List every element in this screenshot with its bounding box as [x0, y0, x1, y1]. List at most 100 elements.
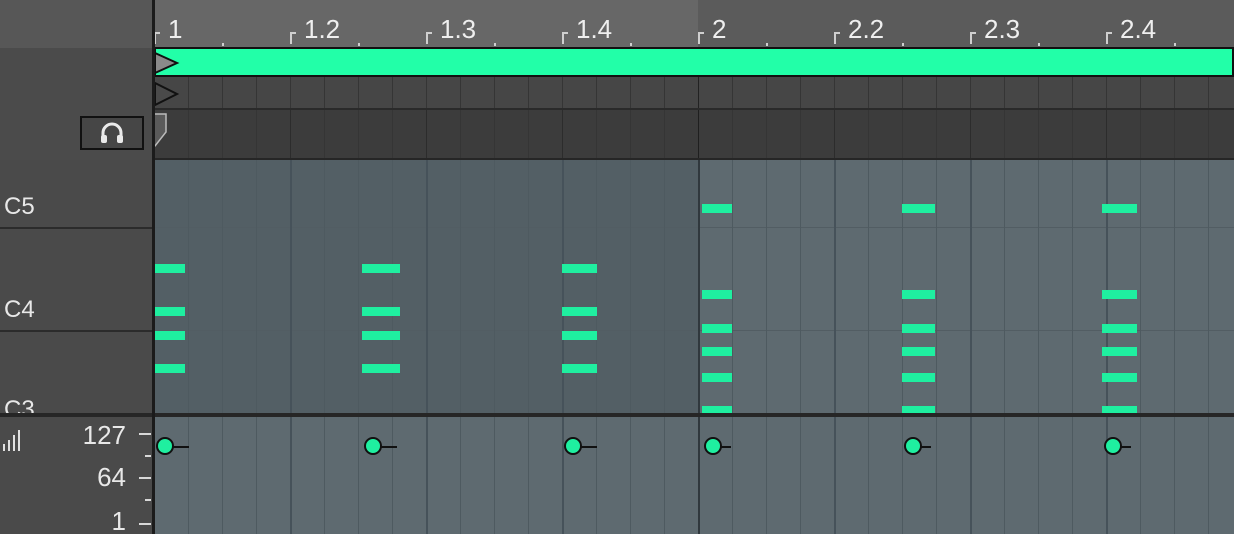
midi-note[interactable]: [702, 373, 732, 382]
midi-note[interactable]: [562, 307, 597, 316]
piano-keys[interactable]: C5 C4 C3: [0, 160, 154, 413]
bar-marker: [698, 32, 704, 44]
grid-line: [834, 77, 835, 108]
midi-note[interactable]: [1102, 324, 1137, 333]
bar-label: 2.4: [1120, 14, 1157, 44]
midi-note[interactable]: [362, 331, 400, 340]
loop-marker-icon[interactable]: [153, 81, 181, 107]
grid-line: [1140, 77, 1141, 108]
midi-note[interactable]: [362, 307, 400, 316]
midi-note[interactable]: [902, 373, 935, 382]
midi-note[interactable]: [1102, 406, 1137, 413]
midi-note[interactable]: [902, 204, 935, 213]
grid-line: [426, 417, 428, 534]
grid-line: [392, 417, 393, 534]
subdivision-dot: [494, 43, 496, 46]
midi-note[interactable]: [902, 290, 935, 299]
grid-line: [290, 417, 292, 534]
grid-line: [1072, 77, 1073, 108]
midi-note[interactable]: [902, 324, 935, 333]
midi-note[interactable]: [1102, 204, 1137, 213]
loop-strip[interactable]: [154, 77, 1234, 110]
grid-line: [1072, 160, 1073, 413]
midi-note[interactable]: [154, 264, 185, 273]
grid-line: [868, 77, 869, 108]
grid-line: [256, 417, 257, 534]
velocity-handle[interactable]: [1104, 437, 1122, 455]
grid-line: [528, 110, 529, 158]
note-grid[interactable]: [154, 160, 1234, 413]
grid-line: [1174, 110, 1175, 158]
velocity-handle[interactable]: [156, 437, 174, 455]
velocity-handle[interactable]: [364, 437, 382, 455]
velocity-lane[interactable]: [154, 417, 1234, 534]
grid-line: [630, 417, 631, 534]
grid-line: [1174, 77, 1175, 108]
midi-note[interactable]: [562, 331, 597, 340]
velocity-handle[interactable]: [904, 437, 922, 455]
grid-line: [664, 160, 665, 413]
velocity-marker[interactable]: [704, 437, 750, 459]
velocity-stem: [721, 446, 731, 448]
beat-time-ruler[interactable]: 1 1.2 1.3 1.4 2 2.2 2.3 2.4: [154, 0, 1234, 48]
midi-note[interactable]: [902, 347, 935, 356]
bar-marker: [1106, 32, 1112, 44]
midi-note[interactable]: [702, 290, 732, 299]
midi-note[interactable]: [154, 364, 185, 373]
grid-line: [732, 160, 733, 413]
grid-line: [222, 77, 223, 108]
preview-headphones-button[interactable]: [80, 116, 144, 150]
midi-note[interactable]: [1102, 373, 1137, 382]
subdivision-dot: [1038, 43, 1040, 46]
velocity-label-max: 127: [82, 420, 126, 450]
grid-line: [596, 417, 597, 534]
midi-note[interactable]: [562, 264, 597, 273]
key-label-c3: C3: [4, 396, 35, 413]
grid-line: [970, 160, 972, 413]
fold-strip: [154, 110, 1234, 160]
velocity-marker[interactable]: [1104, 437, 1150, 459]
velocity-bars-icon[interactable]: [2, 428, 24, 452]
grid-line: [800, 417, 801, 534]
subdivision-dot: [1174, 43, 1176, 46]
ruler-left-pad: [0, 0, 154, 48]
midi-note[interactable]: [702, 347, 732, 356]
grid-line: [256, 160, 257, 413]
midi-note[interactable]: [154, 331, 185, 340]
midi-note[interactable]: [1102, 347, 1137, 356]
velocity-handle[interactable]: [704, 437, 722, 455]
midi-note[interactable]: [362, 364, 400, 373]
midi-note[interactable]: [702, 204, 732, 213]
velocity-marker[interactable]: [904, 437, 950, 459]
grid-line: [834, 417, 836, 534]
midi-note[interactable]: [1102, 290, 1137, 299]
velocity-marker[interactable]: [564, 437, 610, 459]
grid-line: [834, 110, 835, 158]
clip-region-bar[interactable]: [154, 47, 1234, 77]
velocity-marker[interactable]: [156, 437, 202, 459]
grid-line: [970, 417, 972, 534]
midi-note[interactable]: [562, 364, 597, 373]
velocity-marker[interactable]: [364, 437, 410, 459]
grid-line: [528, 417, 529, 534]
midi-note[interactable]: [702, 324, 732, 333]
grid-line: [222, 110, 223, 158]
grid-line: [256, 110, 257, 158]
grid-line: [528, 77, 529, 108]
midi-note[interactable]: [702, 406, 732, 413]
midi-note[interactable]: [154, 307, 185, 316]
play-marker-icon[interactable]: [153, 51, 181, 75]
grid-line: [460, 110, 461, 158]
grid-line: [698, 77, 699, 108]
velocity-tick: [139, 523, 151, 525]
grid-line: [460, 77, 461, 108]
grid-line: [1072, 110, 1073, 158]
fold-marker-icon[interactable]: [153, 112, 169, 148]
grid-line: [290, 160, 292, 413]
grid-line: [188, 160, 189, 413]
midi-note[interactable]: [902, 406, 935, 413]
grid-line: [562, 417, 564, 534]
grid-line: [698, 110, 699, 158]
velocity-handle[interactable]: [564, 437, 582, 455]
midi-note[interactable]: [362, 264, 400, 273]
